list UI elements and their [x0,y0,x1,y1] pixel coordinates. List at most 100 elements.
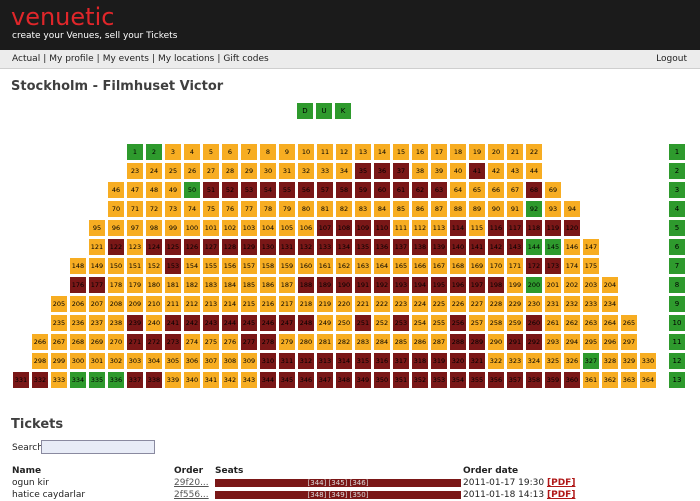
seat-19[interactable]: 19 [469,144,485,160]
seat-21[interactable]: 21 [507,144,523,160]
seat-115[interactable]: 115 [469,220,485,236]
seat-144[interactable]: 144 [526,239,542,255]
seat-330[interactable]: 330 [640,353,656,369]
seat-17[interactable]: 17 [431,144,447,160]
seat-218[interactable]: 218 [298,296,314,312]
seat-138[interactable]: 138 [412,239,428,255]
seat-76[interactable]: 76 [222,201,238,217]
seat-108[interactable]: 108 [336,220,352,236]
seat-207[interactable]: 207 [89,296,105,312]
seat-205[interactable]: 205 [51,296,67,312]
seat-209[interactable]: 209 [127,296,143,312]
row-label-2[interactable]: 2 [669,163,685,179]
seat-311[interactable]: 311 [279,353,295,369]
seat-236[interactable]: 236 [70,315,86,331]
seat-82[interactable]: 82 [336,201,352,217]
seat-85[interactable]: 85 [393,201,409,217]
seat-166[interactable]: 166 [412,258,428,274]
seat-346[interactable]: 346 [298,372,314,388]
seat-204[interactable]: 204 [602,277,618,293]
seat-61[interactable]: 61 [393,182,409,198]
seat-294[interactable]: 294 [564,334,580,350]
seat-9[interactable]: 9 [279,144,295,160]
seat-105[interactable]: 105 [279,220,295,236]
seat-318[interactable]: 318 [412,353,428,369]
seat-136[interactable]: 136 [374,239,390,255]
seat-118[interactable]: 118 [526,220,542,236]
seat-315[interactable]: 315 [355,353,371,369]
seat-299[interactable]: 299 [51,353,67,369]
pdf-link[interactable]: [PDF] [547,490,575,500]
seat-149[interactable]: 149 [89,258,105,274]
seat-296[interactable]: 296 [602,334,618,350]
seat-337[interactable]: 337 [127,372,143,388]
seat-273[interactable]: 273 [165,334,181,350]
seat-310[interactable]: 310 [260,353,276,369]
seat-51[interactable]: 51 [203,182,219,198]
seat-63[interactable]: 63 [431,182,447,198]
seat-282[interactable]: 282 [336,334,352,350]
seat-264[interactable]: 264 [602,315,618,331]
seat-172[interactable]: 172 [526,258,542,274]
seat-275[interactable]: 275 [203,334,219,350]
seat-73[interactable]: 73 [165,201,181,217]
seat-40[interactable]: 40 [450,163,466,179]
seat-256[interactable]: 256 [450,315,466,331]
seat-190[interactable]: 190 [336,277,352,293]
seat-329[interactable]: 329 [621,353,637,369]
seat-153[interactable]: 153 [165,258,181,274]
seat-67[interactable]: 67 [507,182,523,198]
seat-285[interactable]: 285 [393,334,409,350]
seat-100[interactable]: 100 [184,220,200,236]
stage-block-k[interactable]: K [335,103,351,119]
seat-170[interactable]: 170 [488,258,504,274]
seat-220[interactable]: 220 [336,296,352,312]
seat-319[interactable]: 319 [431,353,447,369]
seat-70[interactable]: 70 [108,201,124,217]
seat-224[interactable]: 224 [412,296,428,312]
seat-340[interactable]: 340 [184,372,200,388]
seat-150[interactable]: 150 [108,258,124,274]
search-input[interactable] [41,440,155,454]
seat-69[interactable]: 69 [545,182,561,198]
seat-214[interactable]: 214 [222,296,238,312]
row-label-12[interactable]: 12 [669,353,685,369]
seat-113[interactable]: 113 [431,220,447,236]
seat-252[interactable]: 252 [374,315,390,331]
seat-227[interactable]: 227 [469,296,485,312]
seat-322[interactable]: 322 [488,353,504,369]
seat-98[interactable]: 98 [146,220,162,236]
seat-233[interactable]: 233 [583,296,599,312]
seat-276[interactable]: 276 [222,334,238,350]
order-id-link[interactable]: 2f556... [174,490,209,500]
seat-240[interactable]: 240 [146,315,162,331]
seat-341[interactable]: 341 [203,372,219,388]
seat-124[interactable]: 124 [146,239,162,255]
seat-332[interactable]: 332 [32,372,48,388]
seat-86[interactable]: 86 [412,201,428,217]
seat-336[interactable]: 336 [108,372,124,388]
seat-90[interactable]: 90 [488,201,504,217]
seat-3[interactable]: 3 [165,144,181,160]
seat-356[interactable]: 356 [488,372,504,388]
seat-309[interactable]: 309 [241,353,257,369]
seat-260[interactable]: 260 [526,315,542,331]
seat-154[interactable]: 154 [184,258,200,274]
seat-180[interactable]: 180 [146,277,162,293]
seat-251[interactable]: 251 [355,315,371,331]
seat-302[interactable]: 302 [108,353,124,369]
seat-33[interactable]: 33 [317,163,333,179]
seat-24[interactable]: 24 [146,163,162,179]
seat-242[interactable]: 242 [184,315,200,331]
seat-34[interactable]: 34 [336,163,352,179]
seat-317[interactable]: 317 [393,353,409,369]
seat-344[interactable]: 344 [260,372,276,388]
seat-239[interactable]: 239 [127,315,143,331]
seat-148[interactable]: 148 [70,258,86,274]
seat-253[interactable]: 253 [393,315,409,331]
seat-338[interactable]: 338 [146,372,162,388]
seat-145[interactable]: 145 [545,239,561,255]
seat-103[interactable]: 103 [241,220,257,236]
seat-261[interactable]: 261 [545,315,561,331]
seat-185[interactable]: 185 [241,277,257,293]
